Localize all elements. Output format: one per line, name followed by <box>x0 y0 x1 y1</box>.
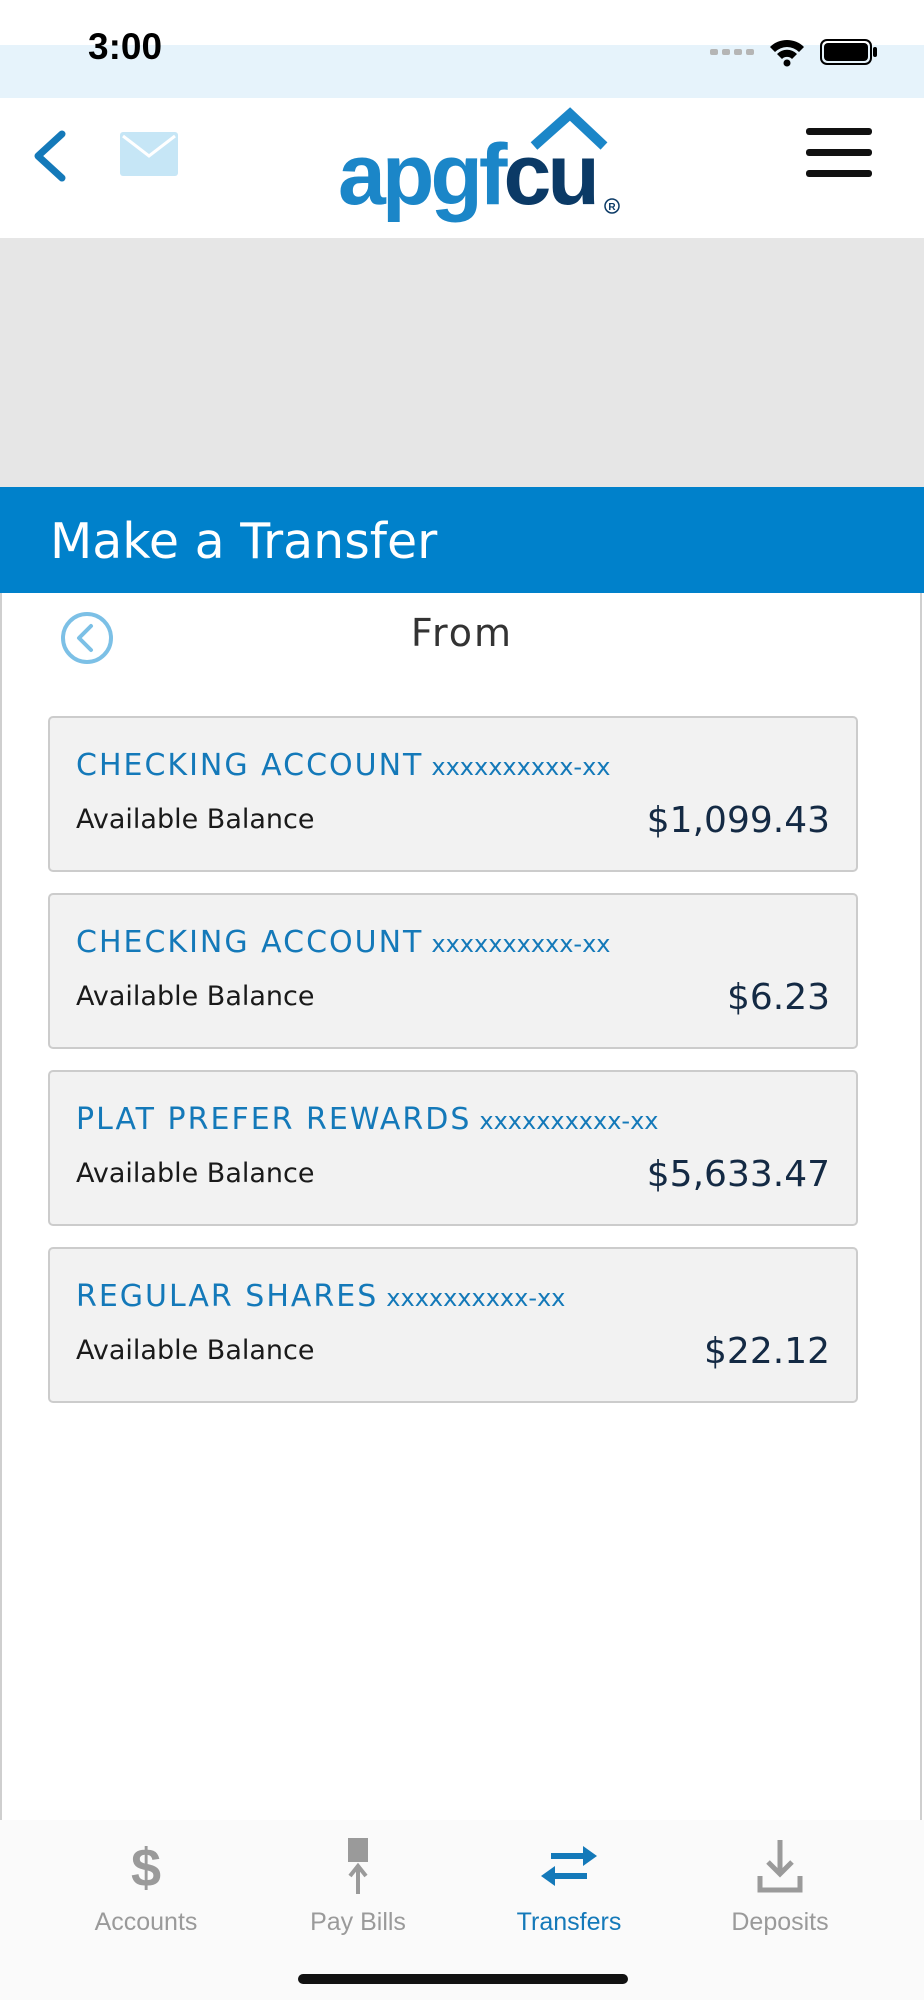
pay-bills-icon <box>348 1838 368 1894</box>
logo-accent-text: cu <box>503 127 600 223</box>
home-indicator[interactable] <box>298 1974 628 1984</box>
account-list: CHECKING ACCOUNT xxxxxxxxxx-xx Available … <box>48 716 858 1424</box>
account-name: CHECKING ACCOUNT xxxxxxxxxx-xx <box>76 925 611 960</box>
envelope-icon <box>120 132 178 176</box>
hamburger-menu-button[interactable] <box>806 128 872 182</box>
account-name: PLAT PREFER REWARDS xxxxxxxxxx-xx <box>76 1102 658 1137</box>
menu-line-icon <box>806 149 872 156</box>
account-name: REGULAR SHARES xxxxxxxxxx-xx <box>76 1279 565 1314</box>
status-icons <box>710 32 878 72</box>
account-number-mask: xxxxxxxxxx-xx <box>431 753 611 781</box>
account-number-mask: xxxxxxxxxx-xx <box>431 930 611 958</box>
account-card[interactable]: CHECKING ACCOUNT xxxxxxxxxx-xx Available … <box>48 716 858 872</box>
balance-label: Available Balance <box>76 1335 315 1366</box>
dollar-icon: $ <box>131 1838 161 1898</box>
title-bar: Make a Transfer <box>0 487 924 593</box>
banner-area <box>0 238 924 488</box>
account-name-text: PLAT PREFER REWARDS <box>76 1102 472 1137</box>
tab-deposits[interactable]: Deposits <box>680 1836 880 1937</box>
balance-label: Available Balance <box>76 804 315 835</box>
account-number-mask: xxxxxxxxxx-xx <box>479 1107 659 1135</box>
wifi-icon <box>770 39 804 67</box>
account-name-text: CHECKING ACCOUNT <box>76 925 424 960</box>
account-name: CHECKING ACCOUNT xxxxxxxxxx-xx <box>76 748 611 783</box>
account-number-mask: xxxxxxxxxx-xx <box>386 1284 566 1312</box>
status-time: 3:00 <box>88 26 163 67</box>
section-label: From <box>410 611 514 655</box>
tab-label: Pay Bills <box>310 1908 406 1936</box>
menu-line-icon <box>806 128 872 135</box>
balance-label: Available Balance <box>76 1158 315 1189</box>
menu-line-icon <box>806 170 872 177</box>
app-header: apgfcu R <box>0 98 924 238</box>
balance-amount: $6.23 <box>726 977 830 1018</box>
account-card[interactable]: PLAT PREFER REWARDS xxxxxxxxxx-xx Availab… <box>48 1070 858 1226</box>
messages-button[interactable] <box>120 132 178 176</box>
download-icon <box>757 1840 803 1893</box>
bottom-tab-bar: $ Accounts Pay Bills Transfers Deposits <box>0 1820 924 2000</box>
svg-text:$: $ <box>131 1838 161 1896</box>
status-bar: 3:00 <box>0 0 924 98</box>
account-card[interactable]: CHECKING ACCOUNT xxxxxxxxxx-xx Available … <box>48 893 858 1049</box>
account-card[interactable]: REGULAR SHARES xxxxxxxxxx-xx Available Ba… <box>48 1247 858 1403</box>
account-name-text: REGULAR SHARES <box>76 1279 379 1314</box>
apgfcu-logo: apgfcu R <box>338 107 622 218</box>
tab-accounts[interactable]: $ Accounts <box>46 1836 246 1937</box>
chevron-left-icon <box>34 130 66 182</box>
account-name-text: CHECKING ACCOUNT <box>76 748 424 783</box>
balance-label: Available Balance <box>76 981 315 1012</box>
battery-icon <box>820 39 877 65</box>
tab-pay-bills[interactable]: Pay Bills <box>258 1836 458 1937</box>
tab-label: Deposits <box>731 1908 829 1936</box>
transfer-content: From CHECKING ACCOUNT xxxxxxxxxx-xx Avail… <box>0 593 922 1893</box>
transfer-arrows-icon <box>541 1846 597 1886</box>
registered-mark-icon: R <box>604 198 620 214</box>
svg-text:R: R <box>608 202 616 213</box>
back-button[interactable] <box>28 126 78 186</box>
logo-main-text: apgf <box>338 127 508 223</box>
logo-wordmark: apgfcu <box>338 132 600 218</box>
tab-label: Transfers <box>516 1908 622 1936</box>
tab-transfers[interactable]: Transfers <box>469 1836 669 1937</box>
balance-amount: $1,099.43 <box>646 800 830 841</box>
balance-amount: $22.12 <box>704 1331 830 1372</box>
page-title: Make a Transfer <box>50 513 438 570</box>
balance-amount: $5,633.47 <box>646 1154 830 1195</box>
tab-label: Accounts <box>94 1908 198 1936</box>
cellular-signal-icon <box>710 49 754 55</box>
